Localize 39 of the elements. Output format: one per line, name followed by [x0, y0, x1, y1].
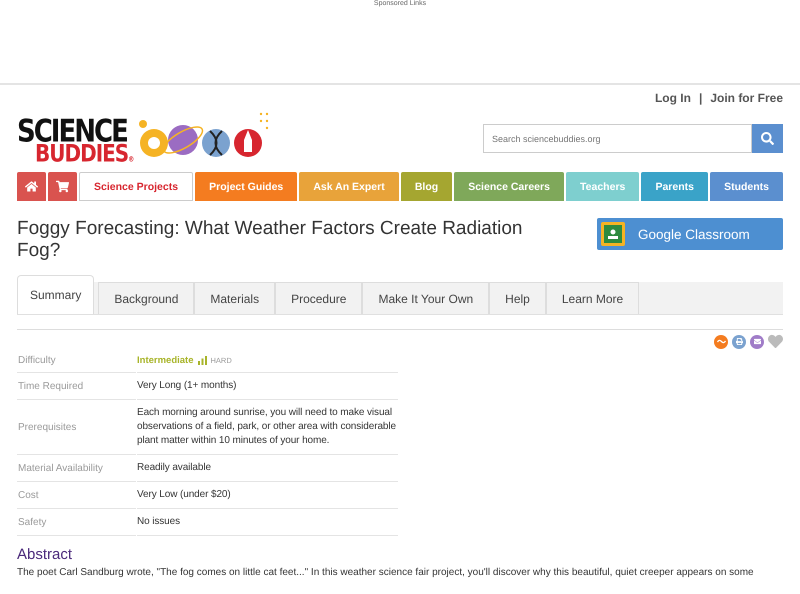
- login-link[interactable]: Log In: [654, 91, 691, 105]
- heart-icon[interactable]: [768, 334, 783, 349]
- nav-tab[interactable]: Science Projects: [79, 172, 194, 201]
- summary-label: Cost: [17, 482, 136, 509]
- email-icon[interactable]: [750, 334, 764, 348]
- summary-label: Time Required: [17, 373, 136, 400]
- difficulty-bars-icon: [198, 356, 206, 365]
- summary-label: Material Availability: [17, 455, 136, 482]
- summary-label: Difficulty: [17, 349, 136, 373]
- tab[interactable]: Background: [98, 282, 194, 314]
- share-icon[interactable]: [714, 334, 728, 348]
- summary-value: Readily available: [137, 455, 398, 482]
- tab[interactable]: Help: [489, 282, 546, 314]
- tab[interactable]: Make It Your Own: [362, 282, 490, 314]
- abstract-text: The poet Carl Sandburg wrote, "The fog comes on little cat feet..." In this weather science fair project, you'll discover why this beautiful, quiet creeper appears on some: [17, 567, 755, 579]
- cart-icon: [56, 180, 69, 193]
- nav-button[interactable]: [48, 172, 77, 201]
- join-link[interactable]: Join for Free: [710, 91, 783, 105]
- difficulty-value: Intermediate: [137, 355, 194, 366]
- search-field[interactable]: Search sciencebuddies.org: [483, 124, 752, 153]
- classroom-icon: [601, 222, 625, 246]
- nav-button[interactable]: [17, 172, 46, 201]
- search-button[interactable]: [752, 124, 783, 153]
- summary-label: Prerequisites: [17, 400, 136, 455]
- print-icon[interactable]: [732, 334, 746, 348]
- separator: |: [698, 91, 702, 105]
- tab[interactable]: Procedure: [275, 282, 362, 314]
- summary-value: No issues: [137, 509, 398, 536]
- tab[interactable]: Materials: [194, 282, 276, 314]
- summary-value: Very Long (1+ months): [137, 373, 398, 400]
- tab[interactable]: Learn More: [546, 282, 640, 314]
- abstract-heading: Abstract: [17, 546, 74, 563]
- summary-value: Each morning around sunrise, you will need to make visual observations of a field, park, or other area with considerable plant matter within 10 minutes of your home.: [137, 400, 398, 455]
- page-title: Foggy Forecasting: What Weather Factors Create Radiation Fog?: [17, 218, 524, 262]
- home-icon: [25, 180, 38, 193]
- search-icon: [761, 132, 774, 145]
- tab[interactable]: Summary: [17, 275, 94, 314]
- summary-label: Safety: [17, 509, 136, 536]
- summary-value: Very Low (under $20): [137, 482, 398, 509]
